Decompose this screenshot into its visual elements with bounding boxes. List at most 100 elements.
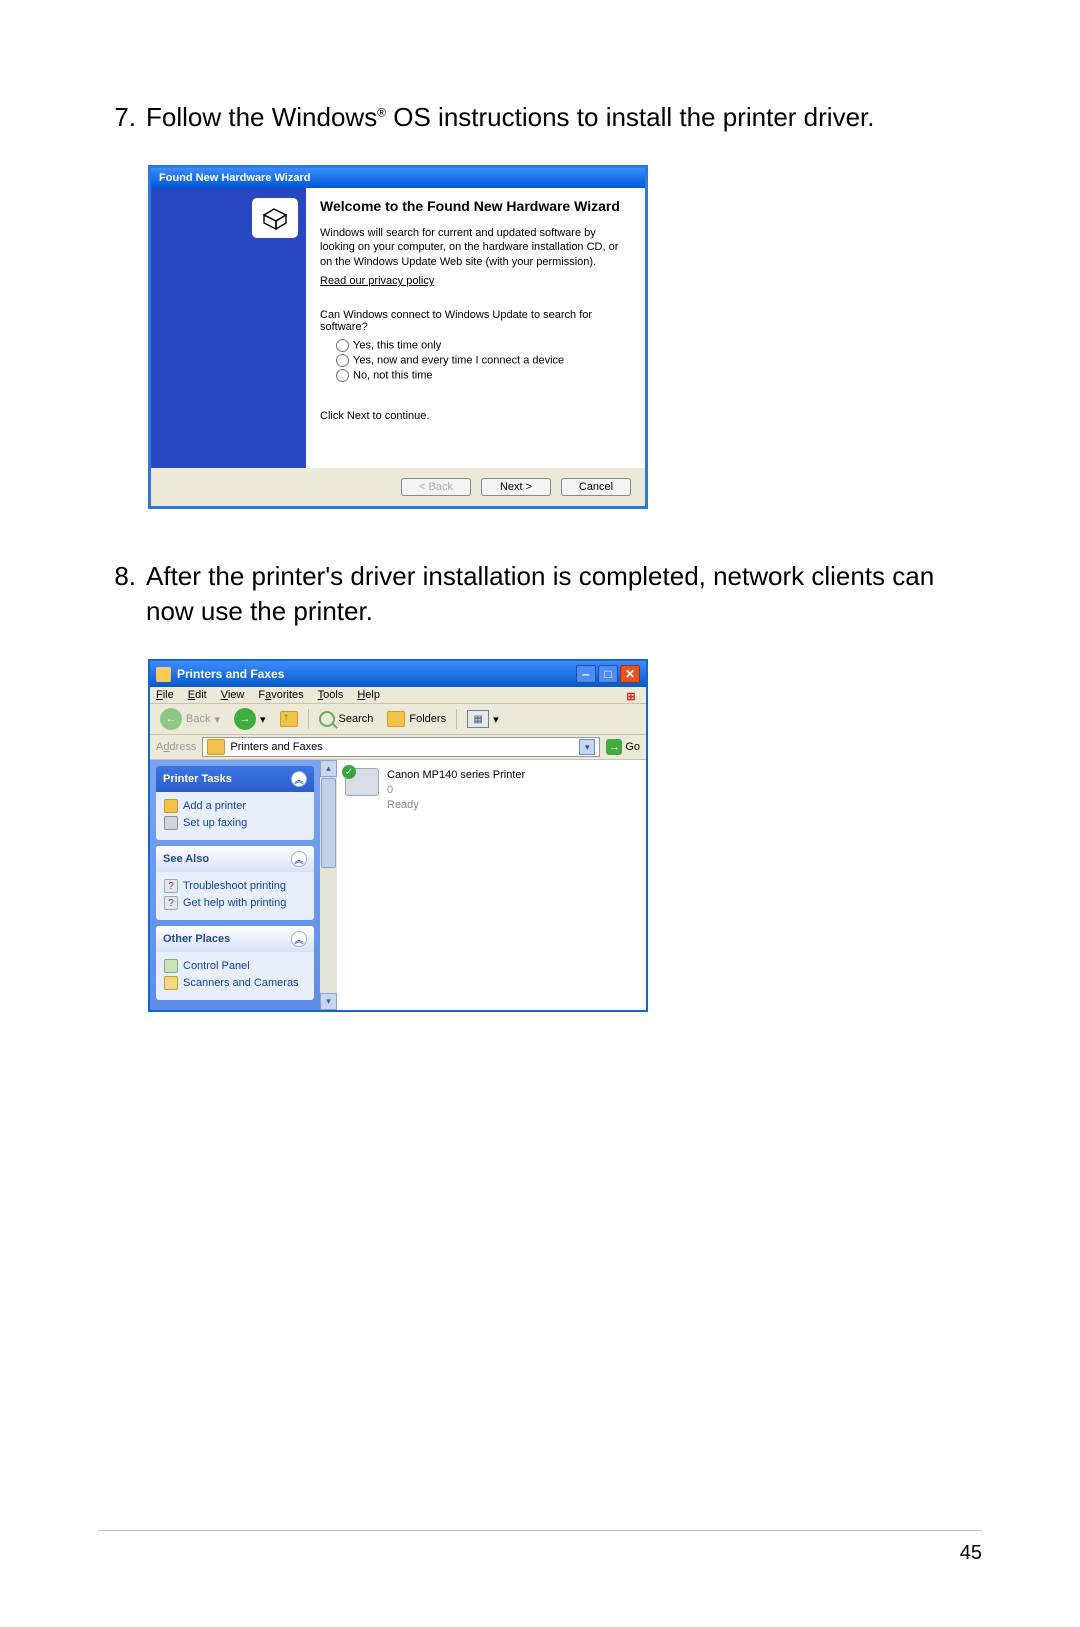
back-arrow-icon: ← bbox=[160, 708, 182, 730]
page-number: 45 bbox=[960, 1542, 982, 1565]
address-value: Printers and Faxes bbox=[230, 741, 574, 753]
printer-icon: ✓ bbox=[345, 768, 379, 796]
step-text: After the printer's driver installation … bbox=[146, 559, 980, 629]
option-yes-always[interactable]: Yes, now and every time I connect a devi… bbox=[336, 354, 631, 367]
folders-button[interactable]: Folders bbox=[383, 710, 450, 728]
go-arrow-icon: → bbox=[606, 739, 622, 755]
printer-list-area: ✓ Canon MP140 series Printer 0 Ready bbox=[337, 760, 646, 1010]
printer-item[interactable]: ✓ Canon MP140 series Printer 0 Ready bbox=[345, 768, 638, 813]
forward-arrow-icon: → bbox=[234, 708, 256, 730]
views-icon: ▦ bbox=[467, 710, 489, 728]
add-printer-icon bbox=[164, 799, 178, 813]
minimize-button[interactable]: ‒ bbox=[576, 665, 596, 683]
window-title: Printers and Faxes bbox=[177, 667, 284, 681]
printer-status: Ready bbox=[387, 798, 525, 813]
device-icon bbox=[252, 198, 298, 238]
folders-icon bbox=[387, 711, 405, 727]
step-number: 8. bbox=[100, 559, 146, 629]
wizard-titlebar: Found New Hardware Wizard bbox=[151, 168, 645, 188]
scroll-up-icon[interactable]: ▴ bbox=[320, 760, 337, 777]
maximize-button[interactable]: □ bbox=[598, 665, 618, 683]
control-panel-link[interactable]: Control Panel bbox=[164, 959, 306, 973]
wizard-question: Can Windows connect to Windows Update to… bbox=[320, 309, 631, 333]
go-button[interactable]: → Go bbox=[606, 739, 640, 755]
menu-help[interactable]: Help bbox=[357, 689, 380, 701]
menu-view[interactable]: View bbox=[221, 689, 245, 701]
folder-up-icon bbox=[280, 711, 298, 727]
see-also-panel: See Also ︽ ?Troubleshoot printing ?Get h… bbox=[156, 846, 314, 920]
other-places-panel: Other Places ︽ Control Panel Scanners an… bbox=[156, 926, 314, 1000]
radio-yes-always[interactable] bbox=[336, 354, 349, 367]
scanners-cameras-link[interactable]: Scanners and Cameras bbox=[164, 976, 306, 990]
wizard-continue-text: Click Next to continue. bbox=[320, 410, 631, 422]
help-printing-link[interactable]: ?Get help with printing bbox=[164, 896, 306, 910]
back-dropdown-icon: ▾ bbox=[214, 713, 220, 726]
troubleshoot-link[interactable]: ?Troubleshoot printing bbox=[164, 879, 306, 893]
scanner-icon bbox=[164, 976, 178, 990]
toolbar: ← Back ▾ → ▾ Search Folders ▦ ▾ bbox=[150, 704, 646, 735]
wizard-heading: Welcome to the Found New Hardware Wizard bbox=[320, 198, 631, 216]
toolbar-separator bbox=[456, 709, 457, 729]
default-check-icon: ✓ bbox=[342, 765, 356, 779]
menu-edit[interactable]: Edit bbox=[188, 689, 207, 701]
step-text: Follow the Windows® OS instructions to i… bbox=[146, 100, 980, 135]
sidebar-scrollbar[interactable]: ▴ ▾ bbox=[320, 760, 337, 1010]
wizard-graphic-pane bbox=[151, 188, 306, 468]
panel-title: Printer Tasks bbox=[163, 773, 232, 785]
printer-queue-count: 0 bbox=[387, 783, 525, 798]
printers-and-faxes-window: Printers and Faxes ‒ □ ✕ File Edit View … bbox=[148, 659, 648, 1012]
option-yes-once[interactable]: Yes, this time only bbox=[336, 339, 631, 352]
scroll-down-icon[interactable]: ▾ bbox=[320, 993, 337, 1010]
menu-file[interactable]: File bbox=[156, 689, 174, 701]
forward-dropdown-icon: ▾ bbox=[260, 713, 266, 726]
menu-favorites[interactable]: Favorites bbox=[258, 689, 303, 701]
page-footer-rule bbox=[98, 1530, 982, 1531]
set-up-faxing-link[interactable]: Set up faxing bbox=[164, 816, 306, 830]
panel-title: Other Places bbox=[163, 933, 230, 945]
option-no[interactable]: No, not this time bbox=[336, 369, 631, 382]
address-dropdown-icon[interactable]: ▾ bbox=[579, 739, 595, 755]
privacy-policy-link[interactable]: Read our privacy policy bbox=[320, 275, 434, 287]
address-label: Address bbox=[156, 741, 196, 753]
wizard-intro-text: Windows will search for current and upda… bbox=[320, 226, 631, 271]
address-icon bbox=[207, 739, 225, 755]
fax-icon bbox=[164, 816, 178, 830]
printer-name: Canon MP140 series Printer bbox=[387, 768, 525, 783]
window-titlebar: Printers and Faxes ‒ □ ✕ bbox=[150, 661, 646, 687]
cancel-button[interactable]: Cancel bbox=[561, 478, 631, 496]
search-button[interactable]: Search bbox=[315, 710, 378, 728]
views-dropdown-icon: ▾ bbox=[493, 713, 499, 726]
step-number: 7. bbox=[100, 100, 146, 135]
printers-title-icon bbox=[156, 667, 171, 682]
back-button[interactable]: ← Back ▾ bbox=[156, 707, 224, 731]
menu-tools[interactable]: Tools bbox=[318, 689, 344, 701]
back-button[interactable]: < Back bbox=[401, 478, 471, 496]
step-7: 7. Follow the Windows® OS instructions t… bbox=[100, 100, 980, 135]
help-icon: ? bbox=[164, 896, 178, 910]
search-icon bbox=[319, 711, 335, 727]
forward-button[interactable]: → ▾ bbox=[230, 707, 270, 731]
collapse-icon[interactable]: ︽ bbox=[291, 771, 307, 787]
hardware-wizard-dialog: Found New Hardware Wizard Welcome to the… bbox=[148, 165, 648, 509]
task-sidebar: Printer Tasks ︽ Add a printer Set up fax… bbox=[150, 760, 320, 1010]
close-button[interactable]: ✕ bbox=[620, 665, 640, 683]
toolbar-separator bbox=[308, 709, 309, 729]
printer-tasks-panel: Printer Tasks ︽ Add a printer Set up fax… bbox=[156, 766, 314, 840]
views-button[interactable]: ▦ ▾ bbox=[463, 709, 503, 729]
collapse-icon[interactable]: ︽ bbox=[291, 931, 307, 947]
add-printer-link[interactable]: Add a printer bbox=[164, 799, 306, 813]
address-field[interactable]: Printers and Faxes ▾ bbox=[202, 737, 600, 757]
radio-yes-once[interactable] bbox=[336, 339, 349, 352]
up-button[interactable] bbox=[276, 710, 302, 728]
scroll-thumb[interactable] bbox=[321, 778, 336, 868]
radio-no[interactable] bbox=[336, 369, 349, 382]
address-bar: Address Printers and Faxes ▾ → Go bbox=[150, 735, 646, 760]
windows-logo-icon: ⊞ bbox=[620, 687, 642, 705]
next-button[interactable]: Next > bbox=[481, 478, 551, 496]
control-panel-icon bbox=[164, 959, 178, 973]
panel-title: See Also bbox=[163, 853, 209, 865]
step-8: 8. After the printer's driver installati… bbox=[100, 559, 980, 629]
help-icon: ? bbox=[164, 879, 178, 893]
menu-bar: File Edit View Favorites Tools Help ⊞ bbox=[150, 687, 646, 704]
collapse-icon[interactable]: ︽ bbox=[291, 851, 307, 867]
